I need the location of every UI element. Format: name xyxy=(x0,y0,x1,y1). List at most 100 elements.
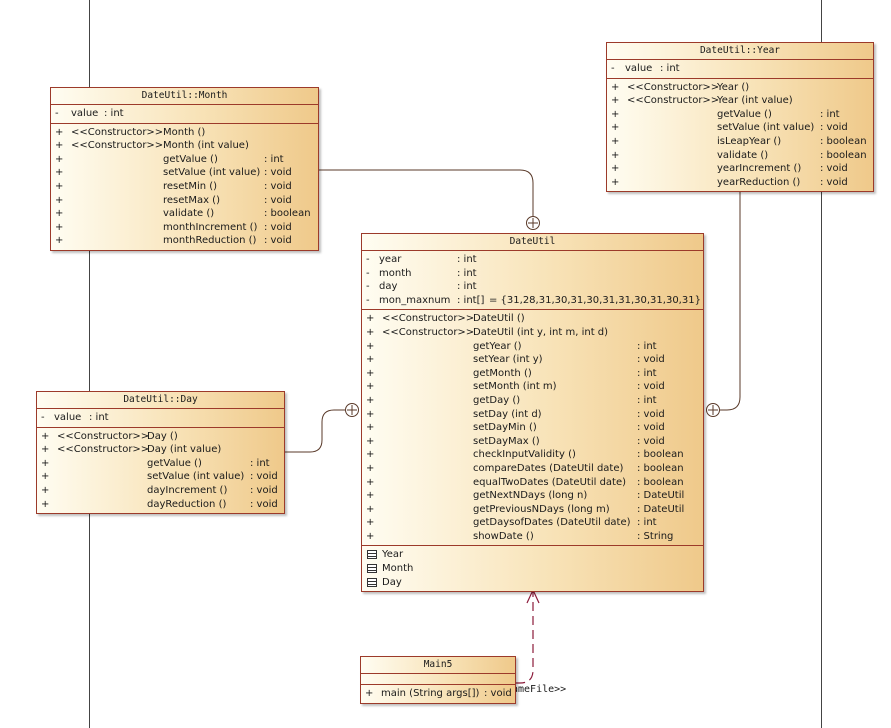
visibility-marker: + xyxy=(41,484,50,496)
inner-class-item[interactable]: Year xyxy=(362,548,703,562)
attribute-row[interactable]: - value: int xyxy=(51,107,318,121)
visibility-marker: + xyxy=(366,422,375,434)
operation-row[interactable]: + getValue (): int xyxy=(51,153,318,167)
operation-row[interactable]: + <<Constructor>> Day () xyxy=(37,430,284,444)
operation-name: resetMin () xyxy=(163,180,218,192)
attribute-name: value xyxy=(71,108,99,119)
operation-row[interactable]: + <<Constructor>> Month () xyxy=(51,126,318,140)
operation-row[interactable]: + getDaysofDates (DateUtil date): int xyxy=(362,516,703,530)
operation-row[interactable]: + getNextNDays (long n): DateUtil xyxy=(362,489,703,503)
operation-name: getValue () xyxy=(147,457,202,469)
operation-name: Day () xyxy=(147,430,178,442)
visibility-marker: + xyxy=(366,517,375,529)
visibility-marker: + xyxy=(366,326,375,338)
operation-name: setValue (int value) xyxy=(147,471,245,483)
operation-row[interactable]: + monthReduction (): void xyxy=(51,234,318,248)
operation-row[interactable]: + getDay (): int xyxy=(362,394,703,408)
operation-row[interactable]: + setDay (int d): void xyxy=(362,408,703,422)
visibility-marker: - xyxy=(366,267,370,279)
operation-row[interactable]: + validate (): boolean xyxy=(607,149,873,163)
return-type: : void xyxy=(264,221,292,233)
class-box-dateutil[interactable]: DateUtil - year: int - month: int - day: int - m… xyxy=(361,233,704,593)
operation-row[interactable]: + validate (): boolean xyxy=(51,207,318,221)
operation-row[interactable]: + monthIncrement (): void xyxy=(51,221,318,235)
attribute-row[interactable]: - year: int xyxy=(362,253,703,267)
operation-row[interactable]: + <<Constructor>> DateUtil (int y, int m, … xyxy=(362,326,703,340)
operation-row[interactable]: + setMonth (int m): void xyxy=(362,380,703,394)
visibility-marker: + xyxy=(55,180,64,192)
stereotype-label: <<Constructor>> xyxy=(71,140,164,152)
stereotype-label: <<Constructor>> xyxy=(71,126,164,138)
attribute-row[interactable]: - mon_maxnum: int[] = {31,28,31,30,31,30,3… xyxy=(362,294,703,308)
attribute-row[interactable]: - month: int xyxy=(362,267,703,281)
operation-row[interactable]: + <<Constructor>> Day (int value) xyxy=(37,443,284,457)
attribute-name: month xyxy=(379,267,412,279)
return-type: : boolean xyxy=(820,135,867,147)
attribute-row[interactable]: - day: int xyxy=(362,280,703,294)
operation-row[interactable]: + getValue (): int xyxy=(37,457,284,471)
operation-row[interactable]: + compareDates (DateUtil date): boolean xyxy=(362,462,703,476)
return-type: : void xyxy=(637,381,665,393)
operation-row[interactable]: + checkInputValidity (): boolean xyxy=(362,448,703,462)
return-type: : boolean xyxy=(637,462,684,474)
return-type: : int xyxy=(637,394,657,406)
dependency-line xyxy=(516,592,534,684)
operations-section: + <<Constructor>> DateUtil () + <<Constructo… xyxy=(362,310,703,547)
visibility-marker: + xyxy=(41,498,50,510)
operation-row[interactable]: + isLeapYear (): boolean xyxy=(607,135,873,149)
visibility-marker: - xyxy=(366,294,370,306)
class-box-day[interactable]: DateUtil::Day - value: int + <<Constructor>>… xyxy=(36,391,285,515)
operation-row[interactable]: + dayIncrement (): void xyxy=(37,484,284,498)
operation-row[interactable]: + setValue (int value): void xyxy=(607,121,873,135)
return-type: : void xyxy=(264,194,292,206)
stereotype-label: <<Constructor>> xyxy=(57,444,150,456)
operation-row[interactable]: + setDayMin (): void xyxy=(362,421,703,435)
operation-row[interactable]: + resetMin (): void xyxy=(51,180,318,194)
operation-row[interactable]: + getValue (): int xyxy=(607,108,873,122)
operation-name: getDaysofDates (DateUtil date) xyxy=(473,517,631,529)
visibility-marker: + xyxy=(611,176,620,188)
operation-row[interactable]: + main (String args[]): void xyxy=(361,687,515,701)
operation-row[interactable]: + dayReduction (): void xyxy=(37,498,284,512)
operation-row[interactable]: + equalTwoDates (DateUtil date): boolean xyxy=(362,476,703,490)
operation-row[interactable]: + getPreviousNDays (long m): DateUtil xyxy=(362,503,703,517)
visibility-marker: - xyxy=(55,108,59,119)
operation-row[interactable]: + getMonth (): int xyxy=(362,367,703,381)
inner-class-icon xyxy=(367,564,377,574)
stereotype-label: <<Constructor>> xyxy=(57,430,150,442)
attribute-row[interactable]: - value: int xyxy=(37,411,284,425)
return-type: : void xyxy=(250,498,278,510)
class-box-main5[interactable]: Main5 + main (String args[]): void xyxy=(360,656,516,704)
operation-row[interactable]: + <<Constructor>> Year () xyxy=(607,81,873,95)
attribute-row[interactable]: - value: int xyxy=(607,62,873,76)
return-type: : int xyxy=(264,153,284,165)
operation-row[interactable]: + setYear (int y): void xyxy=(362,353,703,367)
visibility-marker: + xyxy=(366,530,375,542)
operation-row[interactable]: + setValue (int value): void xyxy=(37,470,284,484)
operation-name: checkInputValidity () xyxy=(473,449,576,461)
operation-row[interactable]: + <<Constructor>> Month (int value) xyxy=(51,139,318,153)
visibility-marker: + xyxy=(366,449,375,461)
attribute-name: value xyxy=(54,412,82,423)
operation-name: getValue () xyxy=(163,153,218,165)
operation-row[interactable]: + getYear (): int xyxy=(362,340,703,354)
class-box-month[interactable]: DateUtil::Month - value: int + <<Constructor… xyxy=(50,87,319,251)
operation-row[interactable]: + <<Constructor>> Year (int value) xyxy=(607,94,873,108)
class-box-year[interactable]: DateUtil::Year - value: int + <<Constructor>… xyxy=(606,42,874,193)
inner-class-item[interactable]: Month xyxy=(362,562,703,576)
operation-row[interactable]: + yearIncrement (): void xyxy=(607,162,873,176)
visibility-marker: + xyxy=(55,194,64,206)
operation-row[interactable]: + resetMax (): void xyxy=(51,194,318,208)
return-type: : void xyxy=(264,167,292,179)
operation-row[interactable]: + setValue (int value): void xyxy=(51,166,318,180)
year-nesting-anchor xyxy=(706,403,720,417)
attribute-type: : int[] xyxy=(457,294,485,306)
inner-class-item[interactable]: Day xyxy=(362,576,703,590)
operation-row[interactable]: + showDate (): String xyxy=(362,530,703,544)
operation-row[interactable]: + setDayMax (): void xyxy=(362,435,703,449)
operation-row[interactable]: + <<Constructor>> DateUtil () xyxy=(362,312,703,326)
operation-row[interactable]: + yearReduction (): void xyxy=(607,176,873,190)
operations-section: + <<Constructor>> Year () + <<Constructor>> Y… xyxy=(607,79,873,192)
class-title: Main5 xyxy=(361,657,515,674)
attribute-name: value xyxy=(625,63,653,74)
